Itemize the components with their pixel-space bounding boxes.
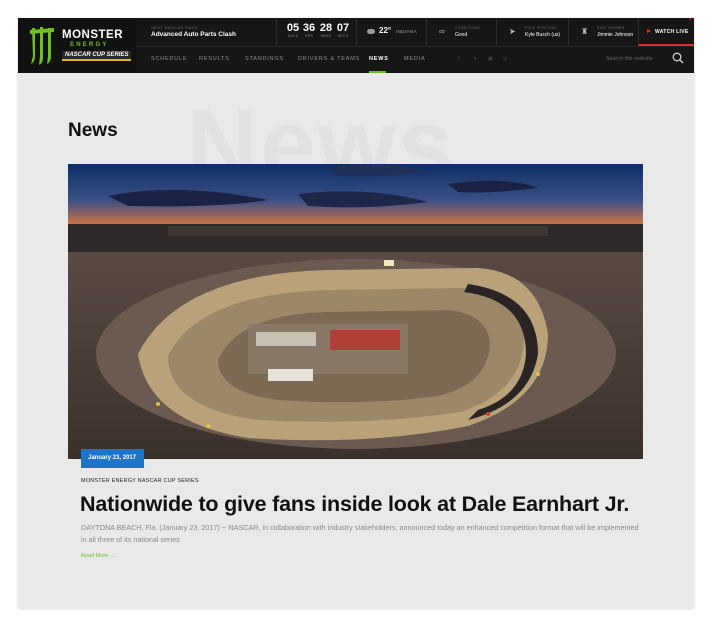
search-icon[interactable]: [672, 52, 684, 64]
conditions-label: CONDITIONS: [455, 26, 480, 30]
nav-item-results[interactable]: RESULTS: [199, 56, 230, 62]
article-title[interactable]: Nationwide to give fans inside look at D…: [80, 492, 629, 517]
play-icon: [647, 29, 651, 33]
pole-position-value: Kyle Busch (us): [525, 32, 561, 38]
page-frame: MONSTER ENERGY NASCAR CUP SERIES NEXT NA…: [18, 18, 694, 608]
article-date-badge: January 23, 2017: [81, 449, 144, 468]
trophy-icon: ♜: [581, 27, 589, 36]
pole-position[interactable]: ➤ POLE POSITION Kyle Busch (us): [496, 18, 568, 46]
racetrack-photo: [68, 164, 643, 459]
page-title: News: [68, 120, 118, 141]
monster-claw-icon: [30, 27, 54, 65]
nav-item-news[interactable]: NEWS: [369, 56, 389, 62]
conditions[interactable]: ∞ CONDITIONS Good: [426, 18, 496, 46]
past-winner[interactable]: ♜ PAST WINNER Jimmie Johnson: [568, 18, 638, 46]
past-winner-value: Jimmie Johnson: [597, 32, 634, 38]
watch-live-label: WATCH LIVE: [655, 29, 689, 35]
brand-logo[interactable]: MONSTER ENERGY NASCAR CUP SERIES: [18, 18, 136, 73]
nav-item-standings[interactable]: STANDINGS: [245, 56, 284, 62]
pole-position-label: POLE POSITION: [525, 26, 556, 30]
article-summary: DAYTONA BEACH, Fla. (January 23, 2017) -…: [81, 523, 639, 544]
weather[interactable]: 22° INDIANA: [356, 18, 426, 46]
car-icon: ➤: [509, 27, 516, 36]
article-category[interactable]: MONSTER ENERGY NASCAR CUP SERIES: [81, 478, 199, 484]
next-race[interactable]: NEXT NASCAR RACE Advanced Auto Parts Cla…: [136, 18, 276, 46]
facebook-icon[interactable]: f: [458, 56, 459, 62]
brand-subname: ENERGY: [70, 42, 109, 48]
close-icon[interactable]: ×: [688, 18, 692, 23]
hero-image[interactable]: [68, 164, 643, 459]
search-input[interactable]: Search the website: [606, 56, 653, 62]
nav-active-indicator: [369, 71, 386, 73]
nav-item-drivers-teams[interactable]: DRIVERS & TEAMS: [298, 56, 360, 62]
next-race-name: Advanced Auto Parts Clash: [151, 31, 237, 38]
series-name: NASCAR CUP SERIES: [62, 51, 132, 61]
countdown-hours: 36 HRS: [302, 22, 316, 38]
cloud-icon: [367, 29, 375, 34]
nav-item-schedule[interactable]: SCHEDULE: [151, 56, 187, 62]
instagram-icon[interactable]: ◎: [503, 56, 507, 62]
weather-location: INDIANA: [396, 29, 418, 34]
twitter-icon[interactable]: ✦: [473, 56, 477, 62]
countdown-secs: 07 SECS: [336, 22, 350, 38]
race-info-bar: NEXT NASCAR RACE Advanced Auto Parts Cla…: [136, 18, 694, 46]
countdown-mins: 28 MINS: [319, 22, 333, 38]
youtube-icon[interactable]: ▣: [488, 56, 493, 62]
past-winner-label: PAST WINNER: [597, 26, 625, 30]
countdown: 05 DAYS 36 HRS 28 MINS 07 SECS: [276, 18, 356, 46]
nav-item-media[interactable]: MEDIA: [404, 56, 425, 62]
watch-live-button[interactable]: WATCH LIVE ×: [638, 18, 694, 46]
glasses-icon: ∞: [439, 27, 445, 36]
site-header: MONSTER ENERGY NASCAR CUP SERIES NEXT NA…: [18, 18, 694, 73]
main-nav: SCHEDULE RESULTS STANDINGS DRIVERS & TEA…: [136, 46, 694, 73]
weather-temp: 22°: [379, 26, 392, 35]
brand-name: MONSTER: [62, 29, 123, 41]
read-more-link[interactable]: Read More →: [81, 553, 115, 559]
next-race-label: NEXT NASCAR RACE: [151, 25, 199, 30]
conditions-value: Good: [455, 32, 468, 38]
